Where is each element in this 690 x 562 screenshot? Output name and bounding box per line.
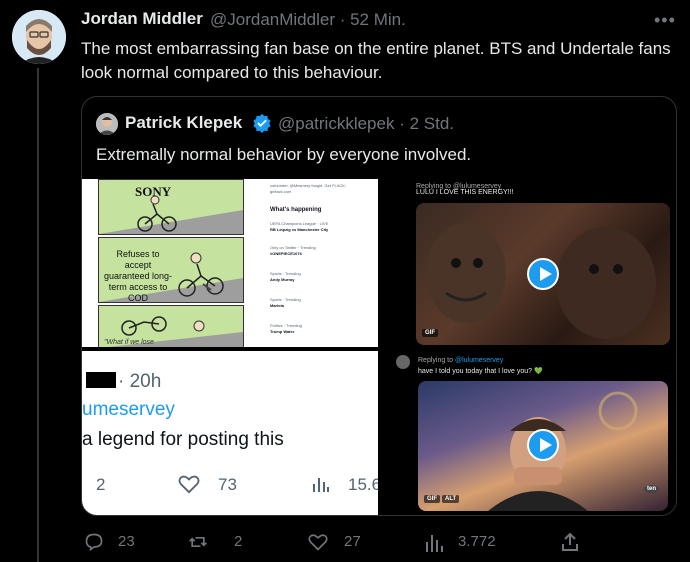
heart-icon [178,475,200,494]
crop-view-count: 15.6 [348,475,378,494]
reply-prefix: Replying to [418,357,455,364]
quote-author-handle[interactable]: @patrickklepek [278,114,394,133]
gif-badge: GIF [422,329,438,337]
bike-meme: SONY Refuses to accept guaranteed long-t… [82,179,244,347]
meme-bottom-text: "What if we lose [104,339,154,346]
media-image-1[interactable]: SONY Refuses to accept guaranteed long-t… [82,179,378,347]
share-icon[interactable] [560,532,580,552]
retweet-count[interactable]: 2 [234,533,242,550]
redacted-name [86,372,116,388]
play-icon[interactable] [527,258,559,290]
more-options-icon[interactable]: ••• [654,10,676,31]
play-icon[interactable] [527,429,559,461]
trend-item: Marieta [270,303,285,308]
author-handle[interactable]: @JordanMiddler [210,10,335,29]
meme-brand-label: SONY [135,184,172,199]
trend-item: Andy Murray [270,277,295,282]
crop-reply-count: 2 [96,475,106,494]
sidebar-header: What's happening [270,207,322,213]
reply-handle: @lulumeservey [454,357,504,364]
views-icon [313,478,329,492]
quote-author-avatar[interactable] [96,113,118,135]
reply-text: LULU I LOVE THIS ENERGY!!! [416,189,514,196]
reply-avatar [396,355,410,369]
author-handle-and-time[interactable]: @JordanMiddler · 52 Min. [210,10,406,30]
quoted-tweet[interactable]: Patrick Klepek @patrickklepek · 2 Std. E… [81,96,677,516]
quote-text: Extremally normal behavior by everyone i… [96,145,472,164]
crop-handle: umeservey [82,399,175,420]
crop-like-count: 73 [218,475,237,494]
retweet-icon[interactable] [188,532,208,552]
view-count[interactable]: 3.772 [458,533,496,550]
meme-panel-1: SONY [98,179,244,235]
verified-badge-icon [253,113,271,133]
gif-video-1[interactable]: GIF [416,203,670,345]
trend-item: #ONEPIECE1076 [270,251,302,256]
media-image-2[interactable]: Replying to @lulumeservey LULU I LOVE TH… [382,179,676,347]
tv-logo: ten [644,485,659,493]
like-count[interactable]: 27 [344,533,361,550]
views-icon[interactable] [424,532,444,552]
reply-icon[interactable] [84,532,104,552]
crop-text: a legend for posting this [82,429,284,450]
media-grid: SONY Refuses to accept guaranteed long-t… [82,179,676,515]
reply-text: have I told you today that I love you? 💚 [418,368,543,375]
quote-author-name[interactable]: Patrick Klepek [125,113,242,133]
trend-item: RB Leipzig vs Manchester City [270,227,329,232]
trending-sidebar: cofounder. @Mesmery fangirl. Get FLACK: … [260,179,378,347]
crop-time: · 20h [118,371,162,392]
alt-badge[interactable]: ALT [442,495,460,503]
trend-item: Trump Water [270,329,295,334]
tweet-time[interactable]: · 52 Min. [340,10,406,29]
author-avatar[interactable] [12,10,66,64]
gif-badge: GIF [424,495,440,503]
sidebar-bio: cofounder. @Mesmery fangirl. Get FLACK: … [270,183,347,194]
tweet-text: The most embarrassing fan base on the en… [81,39,671,82]
quote-time[interactable]: · 2 Std. [399,114,454,133]
like-icon[interactable] [308,532,328,552]
media-image-3[interactable]: · 20h umeservey a legend for posting thi… [82,351,378,515]
meme-caption: Refuses to accept guaranteed long-term a… [103,249,173,303]
author-name[interactable]: Jordan Middler [81,9,203,29]
media-image-4[interactable]: Replying to @lulumeservey have I told yo… [382,351,676,515]
reply-count[interactable]: 23 [118,533,135,550]
gif-video-2[interactable]: GIF ALT ten [418,381,668,511]
quote-handle-and-time[interactable]: @patrickklepek · 2 Std. [278,114,454,134]
reply-context: Replying to @lulumeservey [418,357,503,364]
thread-line [37,68,39,562]
